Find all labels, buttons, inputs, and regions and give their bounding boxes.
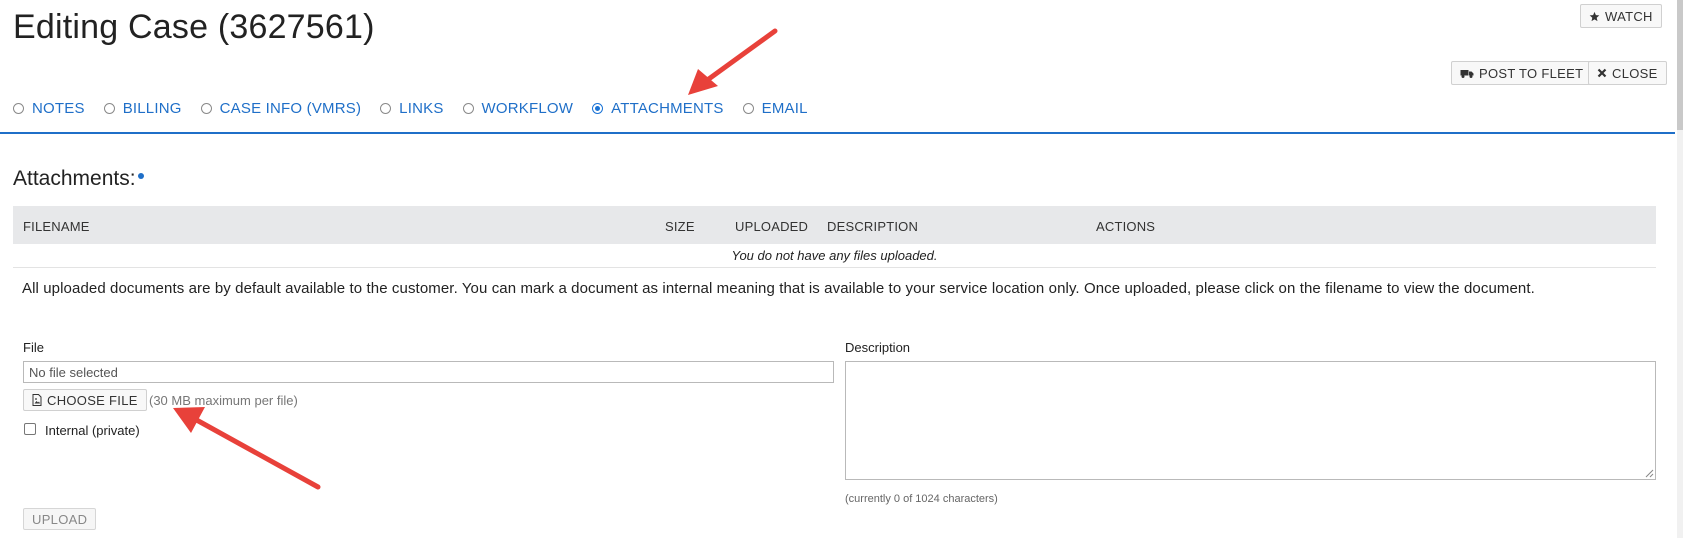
section-title: Attachments:	[13, 167, 144, 191]
tab-billing[interactable]: BILLING	[103, 100, 182, 117]
tab-email[interactable]: EMAIL	[742, 100, 808, 117]
close-button[interactable]: CLOSE	[1588, 61, 1667, 85]
upload-button-label: UPLOAD	[32, 511, 88, 527]
file-image-icon	[32, 394, 42, 406]
post-to-fleet-label: POST TO FLEET	[1479, 65, 1584, 81]
tab-radio[interactable]	[13, 103, 24, 114]
description-textarea[interactable]	[845, 361, 1656, 480]
star-icon	[1589, 11, 1600, 22]
tab-radio[interactable]	[462, 103, 474, 114]
tab-label: BILLING	[122, 100, 182, 117]
post-to-fleet-button[interactable]: POST TO FLEET	[1451, 61, 1593, 85]
tab-label: LINKS	[399, 100, 444, 117]
required-indicator	[137, 173, 144, 179]
internal-checkbox[interactable]	[24, 423, 36, 435]
tab-divider	[0, 132, 1675, 134]
tab-case-info[interactable]: CASE INFO (VMRS)	[200, 100, 362, 117]
tab-workflow[interactable]: WORKFLOW	[462, 100, 574, 117]
tab-label: CASE INFO (VMRS)	[219, 100, 362, 117]
truck-icon	[1460, 68, 1474, 79]
file-name-display[interactable]: No file selected	[23, 361, 834, 383]
internal-label[interactable]: Internal (private)	[45, 423, 140, 438]
empty-table-message: You do not have any files uploaded.	[13, 245, 1656, 268]
tab-radio[interactable]	[742, 103, 754, 114]
description-label: Description	[845, 340, 911, 355]
watch-button[interactable]: WATCH	[1580, 4, 1662, 28]
choose-file-label: CHOOSE FILE	[47, 392, 138, 408]
upload-button[interactable]: UPLOAD	[23, 508, 97, 530]
tab-label: ATTACHMENTS	[611, 100, 724, 117]
column-header-description[interactable]: DESCRIPTION	[827, 219, 918, 234]
annotation-arrow-icon	[688, 28, 778, 95]
resize-handle-icon[interactable]	[1645, 469, 1654, 478]
tab-label: NOTES	[32, 100, 85, 117]
choose-file-button[interactable]: CHOOSE FILE	[23, 389, 147, 411]
tab-links[interactable]: LINKS	[380, 100, 443, 117]
scrollbar-thumb[interactable]	[1677, 0, 1683, 130]
tab-attachments[interactable]: ATTACHMENTS	[592, 100, 723, 117]
column-header-size[interactable]: SIZE	[665, 219, 695, 234]
file-label: File	[23, 340, 44, 355]
column-header-actions: ACTIONS	[1096, 219, 1156, 234]
tab-notes[interactable]: NOTES	[13, 100, 85, 117]
column-header-uploaded[interactable]: UPLOADED	[735, 219, 808, 234]
tab-radio-selected[interactable]	[592, 103, 604, 114]
tab-radio[interactable]	[380, 103, 392, 114]
close-icon	[1597, 68, 1607, 78]
tab-label: EMAIL	[761, 100, 808, 117]
attachments-notice: All uploaded documents are by default av…	[22, 280, 1535, 297]
file-size-hint: (30 MB maximum per file)	[149, 393, 298, 408]
character-count: (currently 0 of 1024 characters)	[845, 493, 998, 505]
tab-radio[interactable]	[103, 103, 115, 114]
attachments-table-header: FILENAME SIZE UPLOADED DESCRIPTION ACTIO…	[13, 206, 1656, 244]
watch-button-label: WATCH	[1605, 8, 1653, 24]
tab-label: WORKFLOW	[481, 100, 574, 117]
close-button-label: CLOSE	[1612, 65, 1658, 81]
page-title: Editing Case (3627561)	[13, 8, 375, 46]
annotation-arrow-icon	[173, 407, 321, 490]
tab-bar: NOTES BILLING CASE INFO (VMRS) LINKS WOR…	[13, 100, 827, 117]
section-title-text: Attachments:	[13, 167, 136, 190]
column-header-filename[interactable]: FILENAME	[23, 219, 90, 234]
page-scrollbar[interactable]	[1677, 0, 1683, 538]
tab-radio[interactable]	[200, 103, 212, 114]
